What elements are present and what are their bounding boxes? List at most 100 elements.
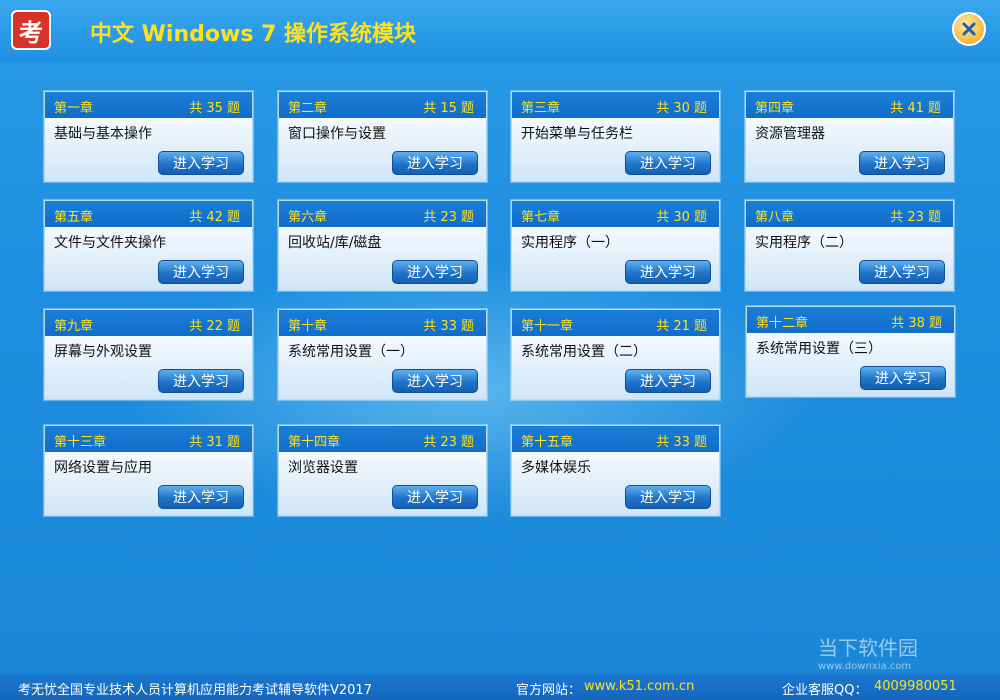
chapter-body: 实用程序（二） 进入学习 [746, 227, 953, 290]
chapter-header: 第十五章 共 33 题 [512, 426, 719, 452]
chapter-body: 系统常用设置（二） 进入学习 [512, 336, 719, 399]
enter-study-button[interactable]: 进入学习 [625, 151, 711, 175]
footer-bar: 考无忧全国专业技术人员计算机应用能力考试辅导软件V2017 官方网站： www.… [0, 674, 1000, 700]
footer-qq-number: 4009980051 [874, 679, 957, 694]
chapter-body: 系统常用设置（三） 进入学习 [747, 333, 954, 396]
chapter-title: 屏幕与外观设置 [54, 344, 152, 360]
enter-study-button[interactable]: 进入学习 [392, 485, 478, 509]
question-count: 共 21 题 [656, 319, 707, 334]
chapter-number: 第一章 [54, 101, 94, 116]
enter-study-button[interactable]: 进入学习 [158, 260, 244, 284]
chapter-title: 系统常用设置（三） [756, 341, 882, 357]
chapter-header: 第六章 共 23 题 [279, 201, 486, 227]
chapter-body: 文件与文件夹操作 进入学习 [45, 227, 252, 290]
question-count: 共 33 题 [423, 319, 474, 334]
chapter-header: 第十一章 共 21 题 [512, 310, 719, 336]
chapter-header: 第十四章 共 23 题 [279, 426, 486, 452]
chapter-number: 第八章 [755, 210, 795, 225]
chapter-body: 网络设置与应用 进入学习 [45, 452, 252, 515]
chapter-title: 实用程序（一） [521, 235, 619, 251]
chapter-number: 第十三章 [54, 435, 107, 450]
enter-study-button[interactable]: 进入学习 [859, 151, 945, 175]
chapter-card-14: 第十四章 共 23 题 浏览器设置 进入学习 [278, 425, 487, 516]
chapter-header: 第二章 共 15 题 [279, 92, 486, 118]
question-count: 共 15 题 [423, 101, 474, 116]
chapter-number: 第七章 [521, 210, 561, 225]
footer-product: 考无忧全国专业技术人员计算机应用能力考试辅导软件V2017 [18, 683, 372, 698]
chapter-body: 浏览器设置 进入学习 [279, 452, 486, 515]
enter-study-button[interactable]: 进入学习 [392, 260, 478, 284]
footer-site-link[interactable]: www.k51.com.cn [584, 679, 694, 694]
chapter-header: 第五章 共 42 题 [45, 201, 252, 227]
chapter-header: 第十二章 共 38 题 [747, 307, 954, 333]
chapter-card-1: 第一章 共 35 题 基础与基本操作 进入学习 [44, 91, 253, 182]
chapter-card-13: 第十三章 共 31 题 网络设置与应用 进入学习 [44, 425, 253, 516]
chapter-card-7: 第七章 共 30 题 实用程序（一） 进入学习 [511, 200, 720, 291]
question-count: 共 31 题 [189, 435, 240, 450]
watermark-url: www.downxia.com [818, 661, 912, 672]
enter-study-button[interactable]: 进入学习 [158, 369, 244, 393]
question-count: 共 33 题 [656, 435, 707, 450]
chapter-title: 开始菜单与任务栏 [521, 126, 633, 142]
chapter-card-9: 第九章 共 22 题 屏幕与外观设置 进入学习 [44, 309, 253, 400]
enter-study-button[interactable]: 进入学习 [392, 151, 478, 175]
window-title: 中文 Windows 7 操作系统模块 [90, 22, 417, 47]
chapter-card-5: 第五章 共 42 题 文件与文件夹操作 进入学习 [44, 200, 253, 291]
chapter-title: 系统常用设置（二） [521, 344, 647, 360]
app-logo-icon: 考 [11, 10, 51, 50]
chapter-title: 文件与文件夹操作 [54, 235, 166, 251]
enter-study-button[interactable]: 进入学习 [625, 369, 711, 393]
chapter-title: 资源管理器 [755, 126, 825, 142]
close-button[interactable] [952, 12, 986, 46]
question-count: 共 23 题 [423, 210, 474, 225]
enter-study-button[interactable]: 进入学习 [392, 369, 478, 393]
question-count: 共 23 题 [423, 435, 474, 450]
chapter-number: 第五章 [54, 210, 94, 225]
chapter-card-3: 第三章 共 30 题 开始菜单与任务栏 进入学习 [511, 91, 720, 182]
chapter-card-15: 第十五章 共 33 题 多媒体娱乐 进入学习 [511, 425, 720, 516]
enter-study-button[interactable]: 进入学习 [158, 485, 244, 509]
chapter-number: 第九章 [54, 319, 94, 334]
chapter-number: 第二章 [288, 101, 328, 116]
chapter-number: 第十章 [288, 319, 328, 334]
chapter-body: 实用程序（一） 进入学习 [512, 227, 719, 290]
chapter-number: 第十二章 [756, 316, 809, 331]
footer-site-label: 官方网站： [516, 683, 582, 698]
chapter-title: 多媒体娱乐 [521, 460, 591, 476]
chapter-number: 第四章 [755, 101, 795, 116]
enter-study-button[interactable]: 进入学习 [158, 151, 244, 175]
chapter-header: 第九章 共 22 题 [45, 310, 252, 336]
question-count: 共 22 题 [189, 319, 240, 334]
chapter-header: 第十三章 共 31 题 [45, 426, 252, 452]
chapter-title: 网络设置与应用 [54, 460, 152, 476]
question-count: 共 35 题 [189, 101, 240, 116]
chapter-header: 第三章 共 30 题 [512, 92, 719, 118]
chapter-body: 开始菜单与任务栏 进入学习 [512, 118, 719, 181]
question-count: 共 30 题 [656, 210, 707, 225]
chapter-title: 窗口操作与设置 [288, 126, 386, 142]
enter-study-button[interactable]: 进入学习 [625, 260, 711, 284]
chapter-card-6: 第六章 共 23 题 回收站/库/磁盘 进入学习 [278, 200, 487, 291]
chapter-number: 第六章 [288, 210, 328, 225]
chapter-card-10: 第十章 共 33 题 系统常用设置（一） 进入学习 [278, 309, 487, 400]
question-count: 共 41 题 [890, 101, 941, 116]
enter-study-button[interactable]: 进入学习 [859, 260, 945, 284]
chapter-header: 第八章 共 23 题 [746, 201, 953, 227]
chapter-title: 浏览器设置 [288, 460, 358, 476]
chapter-number: 第十四章 [288, 435, 341, 450]
question-count: 共 30 题 [656, 101, 707, 116]
chapter-card-11: 第十一章 共 21 题 系统常用设置（二） 进入学习 [511, 309, 720, 400]
chapter-header: 第四章 共 41 题 [746, 92, 953, 118]
chapter-card-2: 第二章 共 15 题 窗口操作与设置 进入学习 [278, 91, 487, 182]
chapter-number: 第十一章 [521, 319, 574, 334]
close-icon [962, 22, 976, 36]
chapter-number: 第三章 [521, 101, 561, 116]
question-count: 共 23 题 [890, 210, 941, 225]
chapter-title: 实用程序（二） [755, 235, 853, 251]
chapter-title: 回收站/库/磁盘 [288, 235, 382, 251]
watermark: 当下软件园 www.downxia.com [818, 632, 918, 672]
chapter-body: 基础与基本操作 进入学习 [45, 118, 252, 181]
enter-study-button[interactable]: 进入学习 [860, 366, 946, 390]
enter-study-button[interactable]: 进入学习 [625, 485, 711, 509]
chapter-body: 多媒体娱乐 进入学习 [512, 452, 719, 515]
